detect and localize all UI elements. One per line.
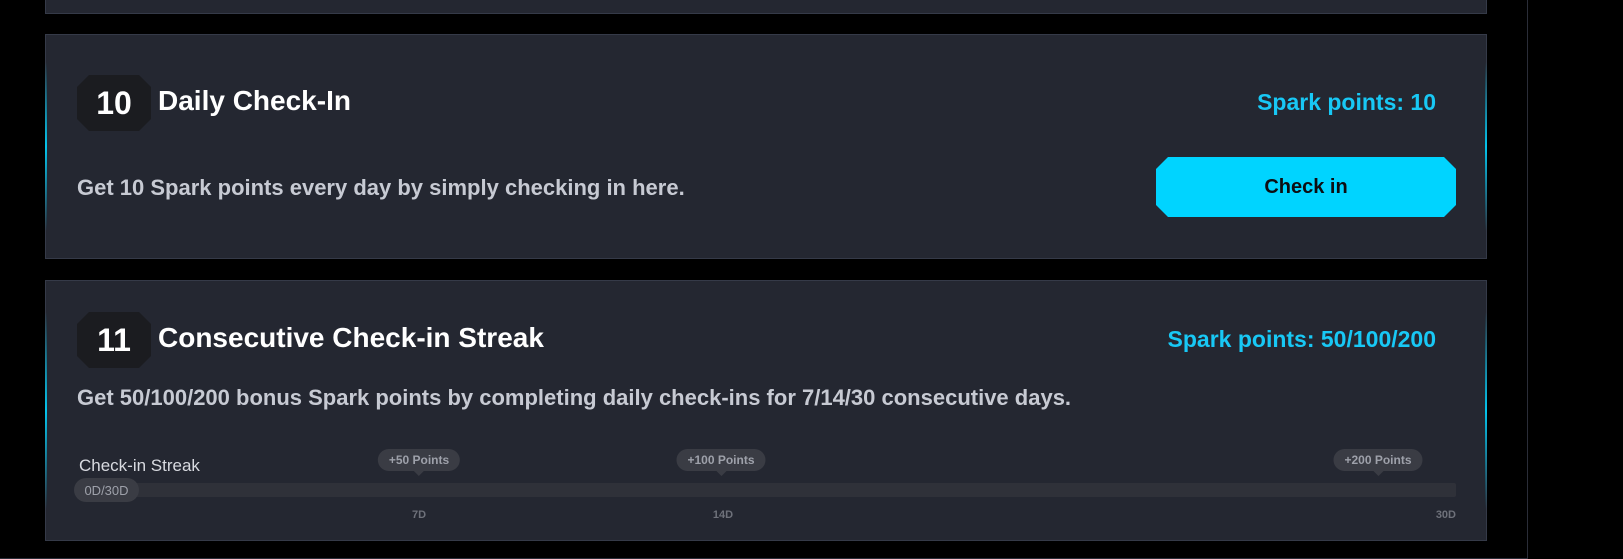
check-in-button[interactable]: Check in (1156, 157, 1456, 217)
milestone-14d-reward: +100 Points (676, 449, 766, 476)
task-title: Consecutive Check-in Streak (158, 322, 544, 353)
tick-30d: 30D (1435, 509, 1456, 521)
task-number-badge: 10 (77, 75, 151, 131)
task-description: Get 10 Spark points every day by simply … (77, 175, 685, 200)
tick-7d: 7D (411, 509, 427, 521)
streak-progress-track (76, 483, 1456, 497)
streak-label: Check-in Streak (79, 456, 200, 475)
task-card-check-in-streak: 11 Consecutive Check-in Streak Spark poi… (45, 280, 1487, 541)
task-description: Get 50/100/200 bonus Spark points by com… (77, 385, 1072, 410)
spark-points-label: Spark points: 50/100/200 (1167, 326, 1436, 352)
task-number-badge: 11 (77, 312, 151, 368)
spark-points-label: Spark points: 10 (1257, 89, 1436, 115)
task-card-daily-check-in: 10 Daily Check-In Spark points: 10 Get 1… (45, 34, 1487, 259)
milestone-30d-reward: +200 Points (1333, 449, 1423, 476)
tasks-panel: 10 Daily Check-In Spark points: 10 Get 1… (0, 0, 1528, 559)
previous-task-card (45, 0, 1487, 14)
tick-14d: 14D (712, 509, 734, 521)
milestone-7d-reward: +50 Points (377, 449, 461, 476)
streak-count-badge: 0D/30D (74, 478, 139, 502)
task-title: Daily Check-In (158, 85, 351, 116)
